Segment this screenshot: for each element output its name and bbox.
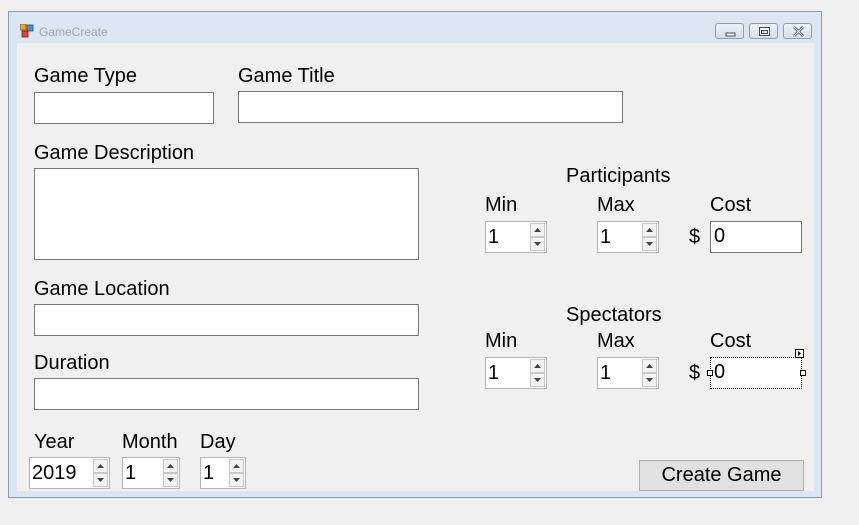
arrow-up-icon bbox=[534, 364, 541, 368]
participants-max-up-button[interactable] bbox=[642, 223, 657, 237]
participants-heading: Participants bbox=[566, 165, 671, 187]
month-stepper-arrows bbox=[163, 459, 178, 487]
arrow-down-icon bbox=[534, 242, 541, 246]
participants-max-down-button[interactable] bbox=[642, 237, 657, 251]
participants-max-stepper[interactable]: 1 bbox=[597, 221, 659, 253]
game-location-label: Game Location bbox=[34, 278, 170, 300]
year-up-button[interactable] bbox=[93, 459, 108, 473]
arrow-down-icon bbox=[97, 478, 104, 482]
arrow-down-icon bbox=[646, 378, 653, 382]
close-button[interactable] bbox=[783, 23, 812, 39]
participants-min-up-button[interactable] bbox=[530, 223, 545, 237]
day-value: 1 bbox=[203, 462, 215, 484]
participants-min-label: Min bbox=[485, 194, 518, 216]
month-up-button[interactable] bbox=[163, 459, 178, 473]
spectators-max-down-button[interactable] bbox=[642, 373, 657, 387]
spectators-min-arrows bbox=[530, 359, 545, 387]
participants-cost-label: Cost bbox=[710, 194, 752, 216]
participants-min-arrows bbox=[530, 223, 545, 251]
participants-max-label: Max bbox=[597, 194, 635, 216]
game-description-field[interactable] bbox=[34, 168, 419, 260]
arrow-down-icon bbox=[646, 242, 653, 246]
arrow-up-icon bbox=[534, 228, 541, 232]
participants-currency-symbol: $ bbox=[689, 226, 701, 248]
window-title: GameCreate bbox=[39, 25, 108, 39]
maximize-icon bbox=[759, 27, 770, 36]
day-down-button[interactable] bbox=[229, 473, 244, 487]
spectators-min-down-button[interactable] bbox=[530, 373, 545, 387]
maximize-button[interactable] bbox=[749, 23, 778, 39]
month-down-button[interactable] bbox=[163, 473, 178, 487]
participants-max-arrows bbox=[642, 223, 657, 251]
year-value: 2019 bbox=[32, 462, 77, 484]
spectators-min-stepper[interactable]: 1 bbox=[485, 357, 547, 389]
form-client-area: Game Type Game Title Game Description Ga… bbox=[17, 43, 814, 491]
spectators-min-up-button[interactable] bbox=[530, 359, 545, 373]
app-window: GameCreate Game Type Game Title Game Des… bbox=[8, 11, 822, 498]
spectators-max-stepper[interactable]: 1 bbox=[597, 357, 659, 389]
game-location-field[interactable] bbox=[34, 304, 419, 336]
minimize-button[interactable] bbox=[715, 23, 744, 39]
arrow-down-icon bbox=[167, 478, 174, 482]
arrow-down-icon bbox=[233, 478, 240, 482]
smart-tag-icon[interactable] bbox=[795, 349, 804, 358]
spectators-max-label: Max bbox=[597, 330, 635, 352]
game-title-label: Game Title bbox=[238, 65, 335, 87]
duration-label: Duration bbox=[34, 352, 110, 374]
arrow-up-icon bbox=[646, 228, 653, 232]
arrow-up-icon bbox=[97, 464, 104, 468]
spectators-max-value: 1 bbox=[600, 362, 612, 384]
participants-min-stepper[interactable]: 1 bbox=[485, 221, 547, 253]
spectators-min-value: 1 bbox=[488, 362, 500, 384]
spectators-heading: Spectators bbox=[566, 304, 662, 326]
day-up-button[interactable] bbox=[229, 459, 244, 473]
spectators-max-up-button[interactable] bbox=[642, 359, 657, 373]
title-bar: GameCreate bbox=[9, 12, 821, 42]
close-icon bbox=[793, 26, 804, 37]
game-type-label: Game Type bbox=[34, 65, 138, 87]
arrow-up-icon bbox=[167, 464, 174, 468]
duration-field[interactable] bbox=[34, 378, 419, 410]
spectators-currency-symbol: $ bbox=[689, 362, 701, 384]
game-type-field[interactable] bbox=[34, 92, 214, 124]
spectators-cost-field[interactable]: 0 bbox=[710, 357, 802, 389]
arrow-up-icon bbox=[233, 464, 240, 468]
game-description-label: Game Description bbox=[34, 142, 195, 164]
create-game-button[interactable]: Create Game bbox=[639, 460, 804, 491]
minimize-icon bbox=[725, 32, 736, 37]
spectators-min-label: Min bbox=[485, 330, 518, 352]
game-title-field[interactable] bbox=[238, 91, 623, 123]
participants-max-value: 1 bbox=[600, 226, 612, 248]
spectators-max-arrows bbox=[642, 359, 657, 387]
year-label: Year bbox=[34, 431, 75, 453]
resize-handle-left[interactable] bbox=[707, 370, 713, 376]
arrow-up-icon bbox=[646, 364, 653, 368]
month-value: 1 bbox=[125, 462, 137, 484]
month-label: Month bbox=[122, 431, 178, 453]
day-label: Day bbox=[200, 431, 236, 453]
spectators-cost-label: Cost bbox=[710, 330, 752, 352]
day-stepper-arrows bbox=[229, 459, 244, 487]
participants-min-down-button[interactable] bbox=[530, 237, 545, 251]
app-icon bbox=[19, 23, 34, 38]
month-stepper[interactable]: 1 bbox=[122, 457, 180, 489]
year-down-button[interactable] bbox=[93, 473, 108, 487]
year-stepper-arrows bbox=[93, 459, 108, 487]
participants-cost-field[interactable]: 0 bbox=[710, 221, 802, 253]
resize-handle-right[interactable] bbox=[800, 370, 806, 376]
participants-min-value: 1 bbox=[488, 226, 500, 248]
day-stepper[interactable]: 1 bbox=[200, 457, 246, 489]
arrow-down-icon bbox=[534, 378, 541, 382]
year-stepper[interactable]: 2019 bbox=[29, 457, 110, 489]
